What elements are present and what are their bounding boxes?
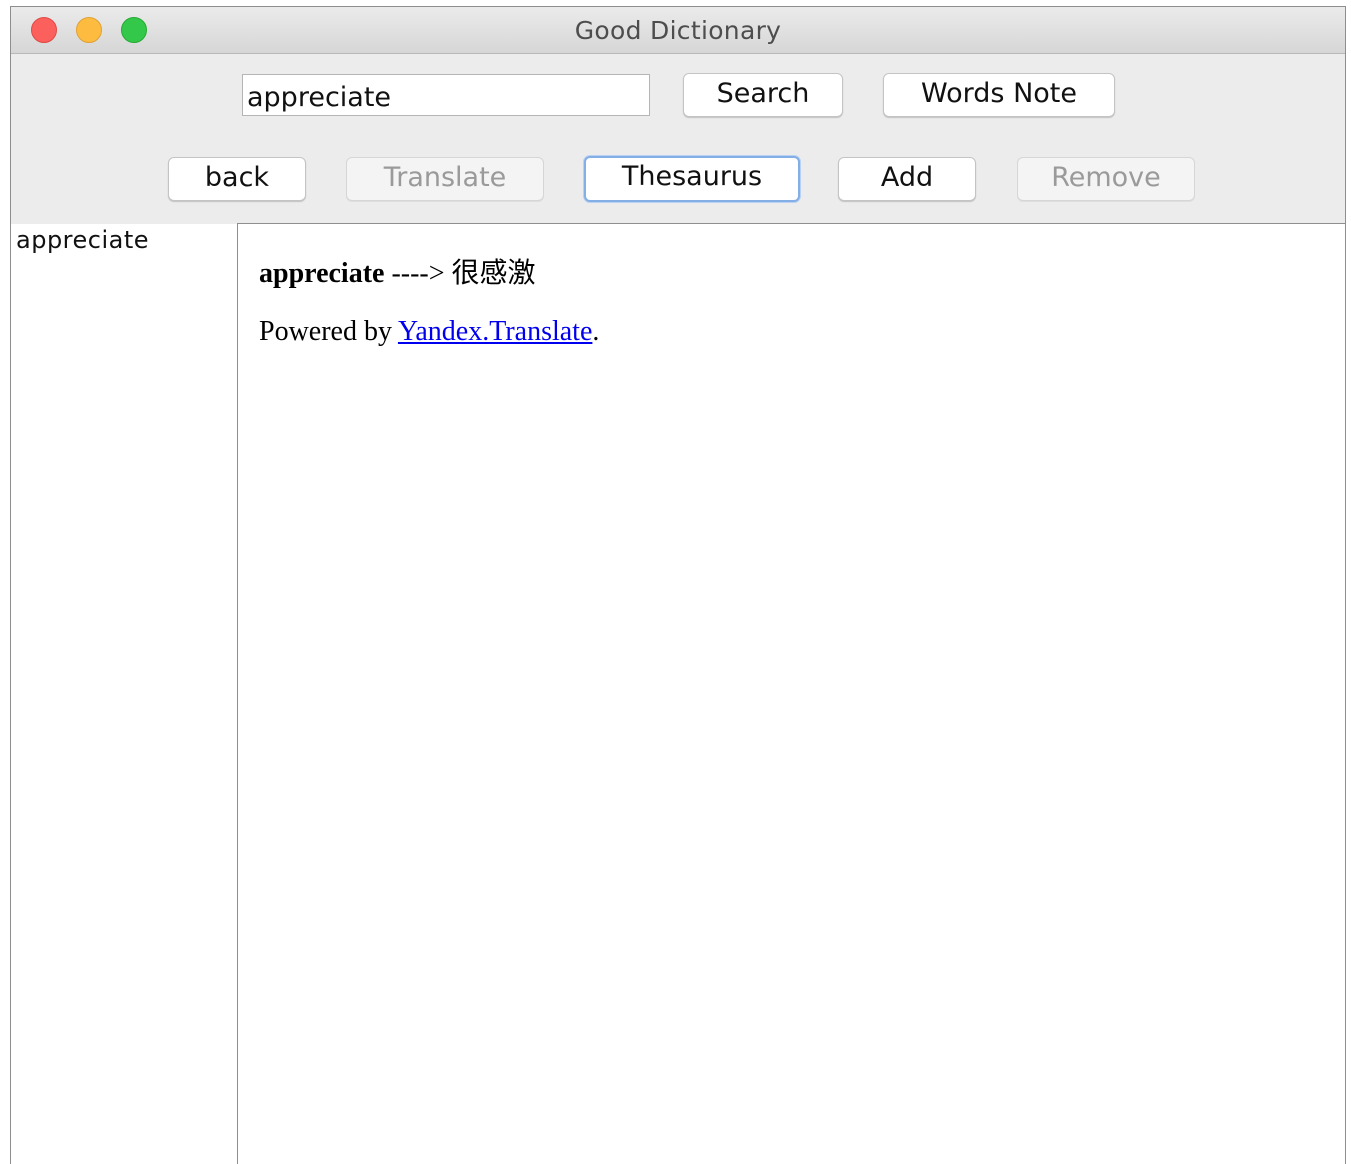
result-translation: 很感激 — [451, 258, 536, 289]
yandex-translate-link[interactable]: Yandex.Translate — [398, 316, 592, 347]
add-button[interactable]: Add — [838, 157, 976, 201]
period-text: . — [592, 316, 600, 347]
result-word: appreciate — [259, 258, 385, 289]
list-item[interactable]: appreciate — [11, 224, 237, 258]
toolbar: Search Words Note back Translate Thesaur… — [11, 54, 1345, 224]
powered-by-text: Powered by — [259, 316, 398, 347]
word-list[interactable]: appreciate — [11, 224, 238, 1164]
search-input[interactable] — [242, 74, 650, 116]
result-arrow: ----> — [384, 258, 452, 289]
content-area: appreciate appreciate ----> 很感激 Powered … — [11, 223, 1345, 1164]
back-button[interactable]: back — [168, 157, 306, 201]
translation-result: appreciate ----> 很感激 Powered by Yandex.T… — [259, 256, 1325, 350]
window-title: Good Dictionary — [574, 16, 782, 45]
attribution-line: Powered by Yandex.Translate. — [259, 314, 1325, 350]
search-button[interactable]: Search — [683, 73, 843, 117]
app-window: Good Dictionary Search Words Note back T… — [10, 6, 1346, 1164]
translate-button[interactable]: Translate — [346, 157, 544, 201]
divider — [237, 223, 1345, 224]
title-bar[interactable]: Good Dictionary — [11, 7, 1345, 54]
translation-line: appreciate ----> 很感激 — [259, 256, 1325, 292]
remove-button[interactable]: Remove — [1017, 157, 1195, 201]
words-note-button[interactable]: Words Note — [883, 73, 1115, 117]
thesaurus-button[interactable]: Thesaurus — [584, 156, 800, 202]
